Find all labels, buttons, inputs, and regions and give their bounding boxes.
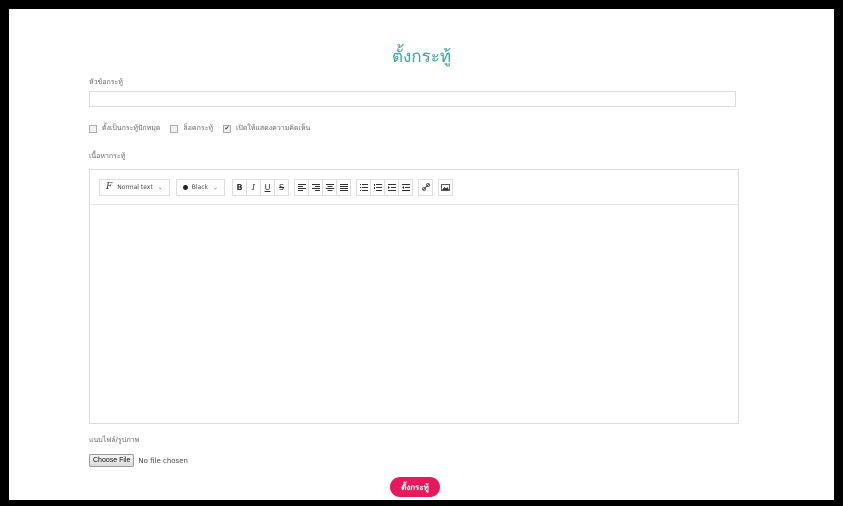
align-right-button[interactable]: [308, 178, 324, 196]
lock-label: ล็อคกระทู้: [183, 124, 213, 132]
align-center-button[interactable]: [322, 178, 338, 196]
option-lock[interactable]: ล็อคกระทู้: [170, 123, 213, 134]
subject-label: หัวข้อกระทู้: [89, 78, 123, 86]
align-left-icon: [297, 183, 306, 191]
font-style-value: Normal text: [117, 183, 153, 191]
content-label: เนื้อหากระทู้: [89, 152, 126, 160]
chevron-down-icon: ⌄: [157, 183, 163, 191]
color-dropdown[interactable]: Black ⌄: [175, 178, 226, 196]
rich-text-editor: F Normal text ⌄ Black ⌄ B I U S: [89, 169, 739, 424]
option-allow-comments[interactable]: ✔ เปิดให้แสดงความคิดเห็น: [222, 123, 311, 134]
font-style-dropdown[interactable]: F Normal text ⌄: [99, 178, 170, 196]
underline-icon: U: [264, 182, 271, 192]
lock-checkbox[interactable]: [170, 124, 179, 133]
underline-button[interactable]: U: [260, 178, 276, 196]
color-value: Black: [191, 183, 208, 191]
chevron-down-icon: ⌄: [212, 183, 219, 191]
image-icon: [441, 183, 450, 191]
pin-checkbox[interactable]: [89, 124, 97, 133]
attach-label: แนบไฟล์/รูปภาพ: [89, 436, 140, 444]
submit-post-button[interactable]: ตั้งกระทู้: [390, 477, 440, 497]
align-center-icon: [325, 183, 334, 191]
italic-button[interactable]: I: [246, 178, 262, 196]
choose-file-button[interactable]: Choose File: [89, 454, 135, 467]
align-justify-icon: [339, 183, 348, 191]
numbered-list-icon: [373, 183, 382, 191]
pin-label: ตั้งเป็นกระทู้ปักหมุด: [102, 124, 161, 132]
subject-input[interactable]: [89, 91, 736, 107]
numbered-list-button[interactable]: [370, 178, 386, 196]
strikethrough-icon: S: [278, 182, 285, 192]
editor-content-area[interactable]: [90, 205, 738, 423]
post-options: ตั้งเป็นกระทู้ปักหมุด ล็อคกระทู้ ✔ เปิดใ…: [89, 123, 320, 134]
bullet-list-button[interactable]: [356, 178, 372, 196]
bold-icon: B: [236, 182, 243, 192]
align-left-button[interactable]: [294, 178, 310, 196]
page-title: ตั้งกระทู้: [391, 47, 452, 67]
bullet-list-icon: [359, 183, 368, 191]
allow-comments-checkbox[interactable]: ✔: [222, 124, 231, 133]
color-drop-icon: [182, 184, 188, 190]
outdent-button[interactable]: [398, 178, 414, 196]
indent-button[interactable]: [384, 178, 400, 196]
strikethrough-button[interactable]: S: [274, 178, 290, 196]
align-justify-button[interactable]: [336, 178, 352, 196]
option-pin[interactable]: ตั้งเป็นกระทู้ปักหมุด: [89, 123, 160, 134]
image-button[interactable]: [438, 178, 454, 196]
post-form-page: ตั้งกระทู้ หัวข้อกระทู้ ตั้งเป็นกระทู้ปั…: [9, 9, 834, 500]
link-icon: [421, 183, 430, 191]
allow-comments-label: เปิดให้แสดงความคิดเห็น: [235, 124, 311, 132]
align-right-icon: [311, 183, 320, 191]
link-button[interactable]: [418, 178, 434, 196]
bold-button[interactable]: B: [232, 178, 248, 196]
italic-icon: I: [251, 182, 256, 192]
indent-icon: [387, 183, 396, 191]
file-input: Choose File No file chosen: [89, 454, 188, 467]
editor-toolbar: F Normal text ⌄ Black ⌄ B I U S: [90, 170, 738, 205]
no-file-text: No file chosen: [138, 456, 188, 465]
outdent-icon: [401, 183, 410, 191]
font-icon: F: [106, 182, 113, 192]
